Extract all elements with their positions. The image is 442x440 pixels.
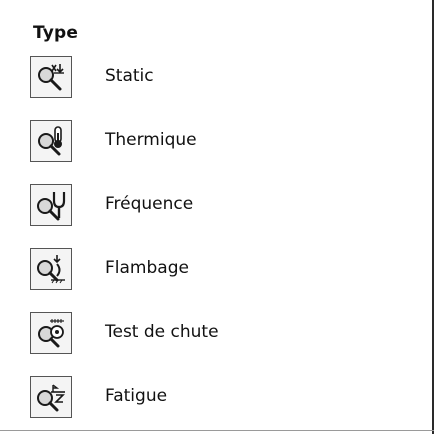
- type-option-label: Flambage: [105, 258, 189, 278]
- panel-border-bottom: [0, 430, 434, 431]
- buckling-study-icon: [30, 248, 72, 290]
- thermal-study-icon: [30, 120, 72, 162]
- type-option-label: Static: [105, 66, 154, 86]
- type-option-label: Fréquence: [105, 194, 194, 214]
- drop-test-study-icon: [30, 312, 72, 354]
- static-study-icon: [30, 56, 72, 98]
- type-section-title: Type: [33, 23, 79, 43]
- type-option-static[interactable]: Static: [30, 56, 420, 120]
- fatigue-study-icon: [30, 376, 72, 418]
- type-option-label: Fatigue: [105, 386, 168, 406]
- frequency-study-icon: [30, 184, 72, 226]
- type-option-frequence[interactable]: Fréquence: [30, 184, 420, 248]
- type-options-list: Static Thermique Fréquence Flambage Test…: [30, 56, 420, 440]
- panel-border-right: [432, 0, 434, 434]
- type-option-flambage[interactable]: Flambage: [30, 248, 420, 312]
- type-option-thermique[interactable]: Thermique: [30, 120, 420, 184]
- type-option-test-de-chute[interactable]: Test de chute: [30, 312, 420, 376]
- type-option-label: Thermique: [105, 130, 197, 150]
- type-option-label: Test de chute: [105, 322, 219, 342]
- study-type-panel: Type Static Thermique Fréquence Flambage…: [0, 0, 442, 434]
